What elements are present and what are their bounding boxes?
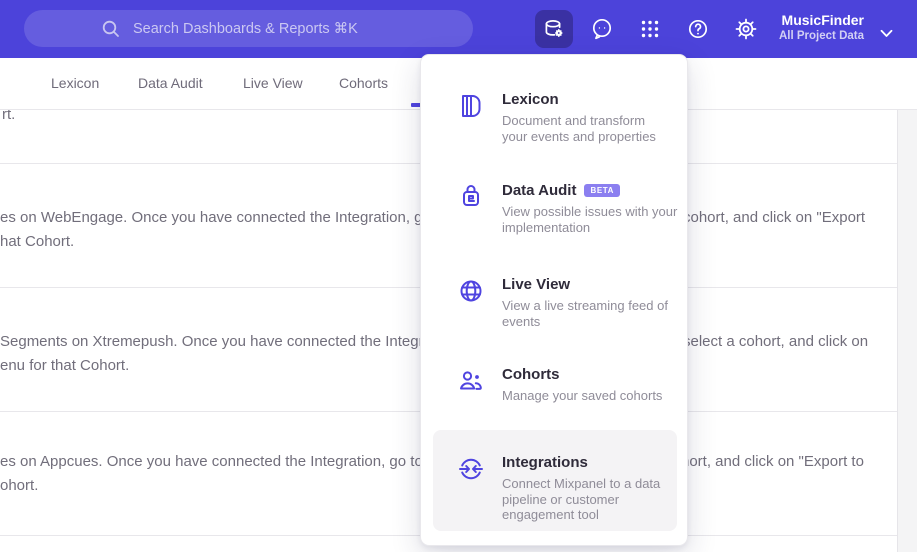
data-management-button[interactable]: [535, 10, 573, 48]
menu-item-description: View a live streaming feed of events: [502, 298, 668, 329]
row-text: cohort, and click on "Export: [683, 209, 866, 226]
row-text: enu for that Cohort.: [0, 357, 130, 374]
integrations-icon: [457, 455, 485, 483]
app-window: rt. es on WebEngage. Once you have conne…: [0, 0, 917, 552]
menu-item-description: Manage your saved cohorts: [502, 388, 663, 403]
help-button[interactable]: [679, 10, 717, 48]
menu-item-description: View possible issues with your implement…: [502, 204, 678, 235]
scrollbar-track[interactable]: [897, 110, 917, 552]
search-icon: [101, 19, 121, 39]
settings-button[interactable]: [727, 10, 765, 48]
global-search[interactable]: [24, 10, 473, 47]
apps-grid-button[interactable]: [631, 10, 669, 48]
row-text: hort, and click on "Export to: [681, 453, 864, 470]
navigation-dropdown-menu: Lexicon Document and transform your even…: [420, 54, 688, 546]
project-selector[interactable]: MusicFinder All Project Data: [779, 12, 864, 43]
search-input[interactable]: [131, 19, 396, 38]
apps-grid-icon: [638, 17, 662, 41]
help-icon: [686, 17, 710, 41]
chevron-down-icon[interactable]: [880, 25, 893, 43]
menu-item-description: Document and transform your events and p…: [502, 113, 656, 144]
tab-lexicon[interactable]: Lexicon: [51, 75, 99, 91]
menu-item-description: Connect Mixpanel to a data pipeline or c…: [502, 476, 661, 522]
lexicon-icon: [457, 92, 485, 120]
menu-item-lexicon[interactable]: Lexicon Document and transform your even…: [457, 90, 677, 144]
data-audit-icon: [457, 183, 485, 211]
row-text: es on Appcues. Once you have connected t…: [0, 453, 465, 470]
row-text: hat Cohort.: [0, 233, 75, 250]
cohorts-icon: [457, 367, 485, 395]
menu-item-title: Lexicon: [502, 91, 559, 108]
tab-cohorts[interactable]: Cohorts: [339, 75, 388, 91]
row-text: ohort.: [0, 477, 39, 494]
menu-item-title: Live View: [502, 276, 571, 293]
tab-data-audit[interactable]: Data Audit: [138, 75, 203, 91]
settings-icon: [734, 17, 758, 41]
menu-item-title: Integrations: [502, 454, 588, 471]
project-subtitle: All Project Data: [779, 30, 864, 42]
menu-item-cohorts[interactable]: Cohorts Manage your saved cohorts: [457, 365, 677, 404]
row-text: es on WebEngage. Once you have connected…: [0, 209, 473, 226]
beta-badge: BETA: [584, 184, 621, 197]
data-management-icon: [542, 17, 566, 41]
menu-item-title: Cohorts: [502, 366, 560, 383]
menu-item-live-view[interactable]: Live View View a live streaming feed of …: [457, 275, 677, 329]
live-view-icon: [457, 277, 485, 305]
feedback-icon: [590, 17, 614, 41]
project-name: MusicFinder: [781, 12, 864, 28]
top-navbar: MusicFinder All Project Data: [0, 0, 917, 58]
tab-live-view[interactable]: Live View: [243, 75, 303, 91]
menu-item-title: Data Audit: [502, 182, 577, 199]
menu-item-integrations[interactable]: Integrations Connect Mixpanel to a data …: [433, 430, 677, 531]
menu-item-data-audit[interactable]: Data Audit BETA View possible issues wit…: [457, 181, 677, 235]
feedback-button[interactable]: [583, 10, 621, 48]
row-text: Segments on Xtremepush. Once you have co…: [0, 333, 461, 350]
row-text: select a cohort, and click on: [683, 333, 869, 350]
